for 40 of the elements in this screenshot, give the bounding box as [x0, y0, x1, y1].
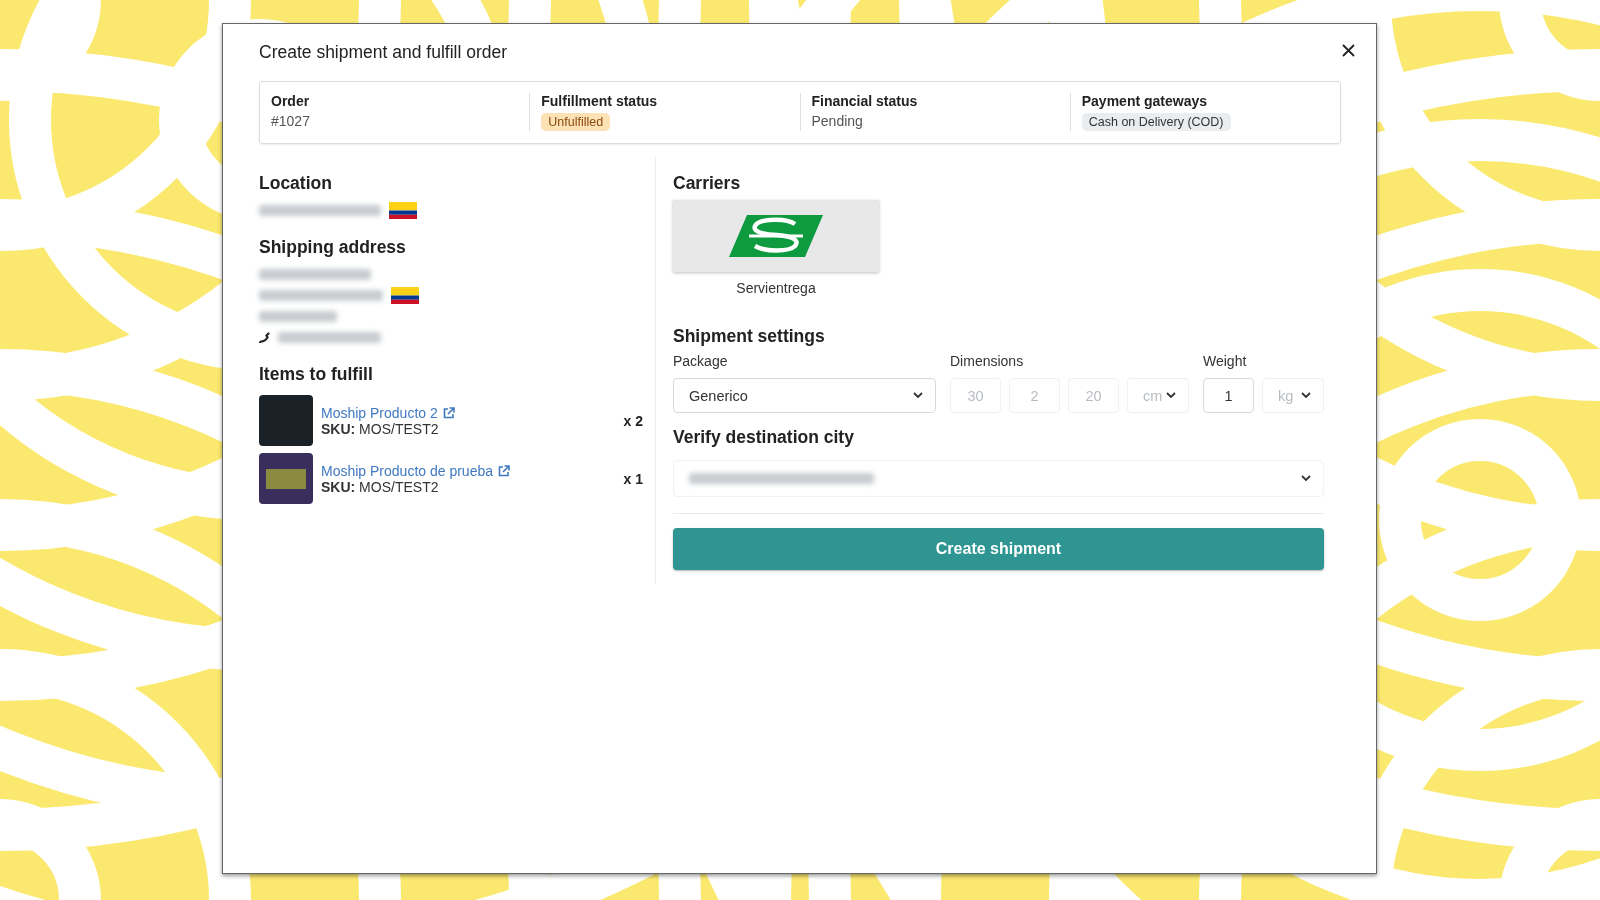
status-badge: Cash on Delivery (COD) — [1081, 113, 1231, 131]
flag-icon — [389, 202, 417, 219]
summary-value: Pending — [811, 113, 864, 129]
summary-label: Fulfillment status — [541, 93, 659, 109]
sku-text: SKU: MOS/TEST2 — [321, 478, 440, 495]
summary-label: Order — [271, 93, 311, 109]
product-link[interactable]: Moship Producto 2 — [321, 404, 455, 421]
section-heading: Location — [259, 173, 333, 194]
create-shipment-button[interactable]: Create shipment — [673, 528, 1324, 570]
product-link[interactable]: Moship Producto de prueba — [321, 462, 510, 479]
field-label: Dimensions — [950, 353, 1025, 369]
section-heading: Items to fulfill — [259, 364, 374, 385]
product-thumbnail — [259, 395, 313, 446]
package-select[interactable]: Generico — [673, 378, 936, 413]
field-label: Weight — [1203, 353, 1248, 369]
section-heading: Verify destination city — [673, 427, 855, 448]
summary-label: Financial status — [811, 93, 919, 109]
external-link-icon — [498, 464, 510, 477]
close-icon — [1342, 44, 1355, 57]
summary-value: #1027 — [271, 113, 311, 129]
chevron-down-icon — [1166, 392, 1176, 399]
section-heading: Shipment settings — [673, 326, 826, 347]
chevron-down-icon — [1301, 392, 1311, 399]
section-heading: Carriers — [673, 173, 742, 194]
phone-icon — [259, 332, 270, 343]
section-heading: Shipping address — [259, 237, 407, 258]
quantity: x 1 — [623, 470, 643, 487]
flag-icon — [391, 287, 419, 304]
chevron-down-icon — [913, 392, 923, 399]
quantity: x 2 — [623, 412, 643, 429]
carrier-logo-icon — [729, 215, 823, 257]
chevron-down-icon — [1301, 475, 1311, 482]
product-thumbnail — [259, 453, 313, 504]
weight-input[interactable]: 1 — [1203, 378, 1254, 413]
external-link-icon — [442, 406, 455, 419]
dialog-title: Create shipment and fulfill order — [259, 42, 508, 63]
summary-label: Payment gateways — [1081, 93, 1209, 109]
sku-text: SKU: MOS/TEST2 — [321, 420, 440, 437]
field-label: Package — [673, 353, 729, 369]
status-badge: Unfulfilled — [541, 113, 611, 131]
